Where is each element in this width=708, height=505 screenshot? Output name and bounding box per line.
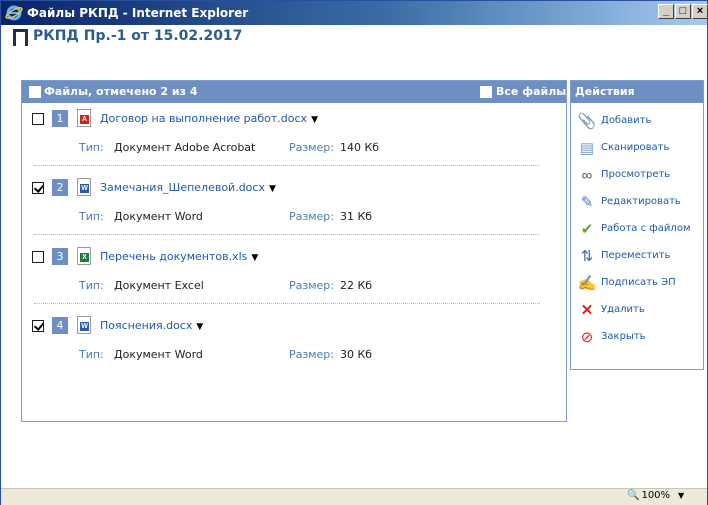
- work-with-file-button[interactable]: ✔ Работа с файлом: [575, 219, 701, 241]
- scan-label[interactable]: Сканировать: [601, 142, 669, 153]
- word-icon: W: [77, 178, 91, 196]
- file-type-value: Документ Excel: [114, 279, 204, 292]
- delete-label[interactable]: Удалить: [601, 304, 645, 315]
- file-type-label: Тип:: [79, 348, 104, 361]
- file-type-label: Тип:: [79, 141, 104, 154]
- file-size-label: Размер:: [289, 141, 334, 154]
- close-button[interactable]: ⊘ Закрыть: [575, 327, 701, 349]
- file-number-badge: 2: [52, 179, 68, 196]
- add-icon: 📎: [577, 113, 597, 130]
- file-checkbox[interactable]: [32, 113, 44, 125]
- chevron-down-icon[interactable]: ▼: [251, 253, 258, 263]
- zoom-level[interactable]: 100%: [641, 490, 670, 501]
- file-name-link[interactable]: Перечень документов.xls ▼: [100, 250, 258, 263]
- scan-icon: ▤: [579, 140, 595, 157]
- actions-header: Действия: [571, 81, 703, 103]
- edit-button[interactable]: ✎ Редактировать: [575, 192, 701, 214]
- all-files-label[interactable]: Все файлы: [496, 85, 566, 98]
- minimize-button[interactable]: _: [658, 4, 674, 19]
- file-checkbox[interactable]: [32, 320, 44, 332]
- actions-panel: Действия 📎 Добавить ▤ Сканировать ∞ Прос…: [570, 80, 704, 370]
- file-checkbox[interactable]: [32, 251, 44, 263]
- file-name-link[interactable]: Замечания_Шепелевой.docx ▼: [100, 181, 276, 194]
- add-button[interactable]: 📎 Добавить: [575, 111, 701, 133]
- internet-explorer-icon: [5, 5, 23, 21]
- status-bar: 🔍 100% ▼: [1, 488, 707, 505]
- edit-label[interactable]: Редактировать: [601, 196, 681, 207]
- files-panel: Файлы, отмечено 2 из 4 Все файлы 1 A Дог…: [21, 80, 567, 422]
- file-type-value: Документ Adobe Acrobat: [114, 141, 256, 154]
- chevron-down-icon[interactable]: ▼: [196, 322, 203, 332]
- scan-button[interactable]: ▤ Сканировать: [575, 138, 701, 160]
- file-type-label: Тип:: [79, 279, 104, 292]
- file-row: 1 A Договор на выполнение работ.docx ▼ Ти…: [22, 105, 566, 173]
- file-size-label: Размер:: [289, 210, 334, 223]
- row-divider: [34, 165, 540, 166]
- work-with-file-label[interactable]: Работа с файлом: [601, 223, 690, 234]
- word-icon: W: [77, 316, 91, 334]
- add-label[interactable]: Добавить: [601, 115, 651, 126]
- browser-window: Файлы РКПД - Internet Explorer _ □ × РКП…: [0, 0, 708, 505]
- file-type-value: Документ Word: [114, 348, 203, 361]
- file-row: 2 W Замечания_Шепелевой.docx ▼ Тип: Докум…: [22, 174, 566, 242]
- chevron-down-icon[interactable]: ▼: [269, 184, 276, 194]
- zoom-control[interactable]: 🔍 100% ▼: [627, 490, 684, 504]
- zoom-icon: 🔍: [627, 490, 640, 501]
- actions-header-label: Действия: [575, 85, 635, 98]
- row-divider: [34, 234, 540, 235]
- move-button[interactable]: ⇅ Переместить: [575, 246, 701, 268]
- file-size-value: 30 Кб: [340, 348, 373, 361]
- view-button[interactable]: ∞ Просмотреть: [575, 165, 701, 187]
- chevron-down-icon[interactable]: ▼: [311, 115, 318, 125]
- file-name-link[interactable]: Договор на выполнение работ.docx ▼: [100, 112, 318, 125]
- file-size-label: Размер:: [289, 279, 334, 292]
- move-label[interactable]: Переместить: [601, 250, 670, 261]
- files-header-label: Файлы, отмечено 2 из 4: [44, 85, 198, 98]
- pdf-icon: A: [77, 109, 91, 127]
- files-panel-header: Файлы, отмечено 2 из 4 Все файлы: [22, 81, 566, 103]
- work-file-icon: ✔: [580, 221, 594, 238]
- file-size-label: Размер:: [289, 348, 334, 361]
- chevron-down-icon[interactable]: ▼: [678, 491, 684, 500]
- document-icon: [13, 29, 28, 46]
- row-divider: [34, 303, 540, 304]
- move-icon: ⇅: [580, 248, 594, 265]
- window-title: Файлы РКПД - Internet Explorer: [27, 6, 249, 20]
- file-name[interactable]: Перечень документов.xls: [100, 250, 247, 263]
- edit-icon: ✎: [580, 194, 594, 211]
- file-size-value: 31 Кб: [340, 210, 373, 223]
- title-bar[interactable]: Файлы РКПД - Internet Explorer _ □ ×: [1, 1, 708, 25]
- file-row: 4 W Пояснения.docx ▼ Тип: Документ Word Р…: [22, 312, 566, 380]
- select-marked-checkbox[interactable]: [29, 86, 41, 98]
- delete-button[interactable]: ✕ Удалить: [575, 300, 701, 322]
- close-icon: ⊘: [580, 329, 594, 346]
- file-checkbox[interactable]: [32, 182, 44, 194]
- document-title: РКПД Пр.-1 от 15.02.2017: [33, 28, 243, 44]
- file-number-badge: 4: [52, 317, 68, 334]
- file-name-link[interactable]: Пояснения.docx ▼: [100, 319, 203, 332]
- file-type-value: Документ Word: [114, 210, 203, 223]
- sign-label[interactable]: Подписать ЭП: [601, 277, 676, 288]
- sign-button[interactable]: ✍ Подписать ЭП: [575, 273, 701, 295]
- all-files-checkbox[interactable]: [480, 86, 492, 98]
- file-row: 3 X Перечень документов.xls ▼ Тип: Докуме…: [22, 243, 566, 311]
- maximize-button[interactable]: □: [675, 4, 691, 19]
- file-name[interactable]: Пояснения.docx: [100, 319, 192, 332]
- file-number-badge: 3: [52, 248, 68, 265]
- excel-icon: X: [77, 247, 91, 265]
- file-size-value: 140 Кб: [340, 141, 380, 154]
- sign-icon: ✍: [577, 275, 597, 292]
- file-name[interactable]: Договор на выполнение работ.docx: [100, 112, 307, 125]
- close-window-button[interactable]: ×: [692, 4, 708, 19]
- file-type-label: Тип:: [79, 210, 104, 223]
- file-size-value: 22 Кб: [340, 279, 373, 292]
- file-name[interactable]: Замечания_Шепелевой.docx: [100, 181, 265, 194]
- view-label[interactable]: Просмотреть: [601, 169, 670, 180]
- file-number-badge: 1: [52, 110, 68, 127]
- close-label[interactable]: Закрыть: [601, 331, 646, 342]
- view-icon: ∞: [581, 167, 593, 184]
- delete-icon: ✕: [580, 302, 594, 319]
